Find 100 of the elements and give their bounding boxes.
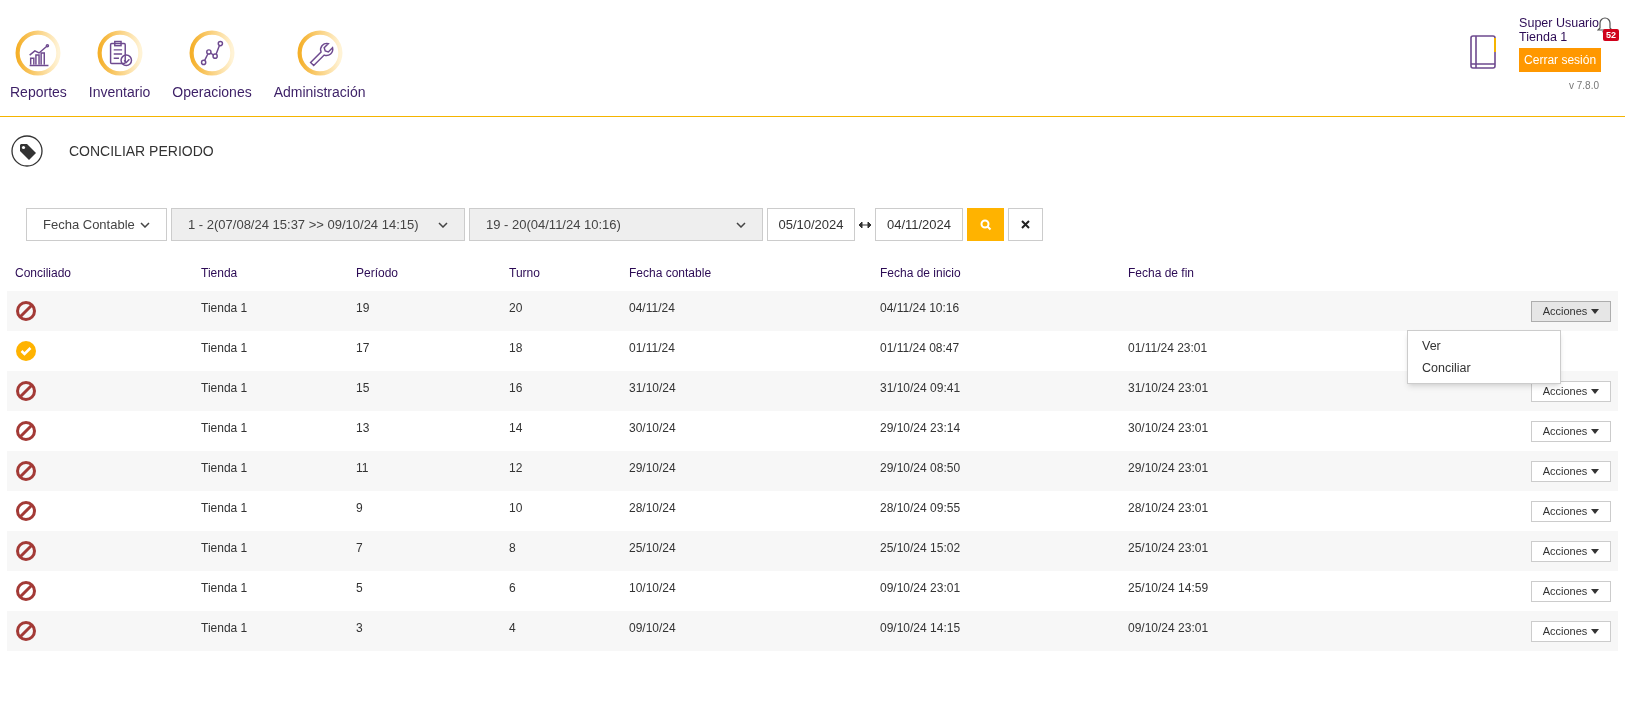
actions-button[interactable]: Acciones bbox=[1531, 540, 1611, 562]
table-cell: 28/10/24 09:55 bbox=[880, 501, 961, 515]
table-cell: Tienda 1 bbox=[201, 421, 248, 435]
bell-icon[interactable] bbox=[1597, 16, 1613, 33]
clipboard-icon[interactable] bbox=[96, 30, 143, 76]
table-cell: 5 bbox=[356, 581, 363, 595]
table-cell: 29/10/24 bbox=[629, 461, 676, 475]
table-cell: 28/10/24 23:01 bbox=[1128, 501, 1209, 515]
caret-icon bbox=[1591, 388, 1600, 394]
store-name: Tienda 1 bbox=[1519, 30, 1569, 44]
table-cell: 25/10/24 14:59 bbox=[1128, 581, 1209, 595]
table-cell: 01/11/24 bbox=[629, 341, 675, 355]
table-cell: 3 bbox=[356, 621, 363, 635]
nav-link[interactable]: Inventario bbox=[88, 82, 151, 103]
actions-button[interactable]: Acciones bbox=[1531, 420, 1611, 442]
column-header: Período bbox=[355, 265, 400, 282]
table-cell: 31/10/24 bbox=[629, 381, 676, 395]
table-cell: 19 bbox=[356, 301, 370, 315]
tag-icon bbox=[11, 135, 43, 167]
table-cell: 11 bbox=[356, 461, 369, 475]
table-cell: 25/10/24 23:01 bbox=[1128, 541, 1209, 555]
table-cell: 13 bbox=[356, 421, 370, 435]
menu-item[interactable]: Ver bbox=[1408, 335, 1560, 357]
menu-item[interactable]: Conciliar bbox=[1408, 357, 1560, 379]
select-field[interactable]: Fecha Contable bbox=[26, 208, 167, 241]
actions-button[interactable]: Acciones bbox=[1531, 380, 1611, 402]
chevron-icon bbox=[736, 221, 746, 228]
chevron-icon bbox=[438, 221, 448, 228]
table-cell: 09/10/24 23:01 bbox=[880, 581, 961, 595]
chart-icon[interactable] bbox=[15, 30, 62, 76]
search-icon bbox=[979, 218, 992, 231]
table-cell: 20 bbox=[509, 301, 523, 315]
table-cell: 10 bbox=[509, 501, 523, 515]
table-cell: Tienda 1 bbox=[201, 541, 248, 555]
date-field[interactable]: 04/11/2024 bbox=[875, 208, 963, 241]
line-graph-icon[interactable] bbox=[189, 30, 235, 76]
table-cell: 01/11/24 08:47 bbox=[880, 341, 960, 355]
table-cell: 15 bbox=[356, 381, 370, 395]
table-cell: 7 bbox=[356, 541, 363, 555]
table-cell: Tienda 1 bbox=[201, 581, 248, 595]
user-name: Super Usuario bbox=[1519, 16, 1599, 30]
table-cell: 09/10/24 23:01 bbox=[1128, 621, 1209, 635]
version-label: v 7.8.0 bbox=[1568, 79, 1599, 93]
table-cell: Tienda 1 bbox=[201, 501, 248, 515]
caret-icon bbox=[1591, 588, 1600, 594]
caret-icon bbox=[1591, 468, 1600, 474]
table-cell: 9 bbox=[356, 501, 363, 515]
table-cell: 10/10/24 bbox=[629, 581, 676, 595]
caret-icon bbox=[1591, 308, 1600, 314]
table-cell: 16 bbox=[509, 381, 523, 395]
table-cell: 29/10/24 23:01 bbox=[1128, 461, 1209, 475]
column-header: Fecha de inicio bbox=[879, 265, 962, 282]
column-header: Fecha contable bbox=[628, 265, 713, 282]
select-field[interactable]: 19 - 20(04/11/24 10:16) bbox=[469, 208, 763, 241]
table-cell: 30/10/24 bbox=[629, 421, 676, 435]
actions-button[interactable]: Acciones bbox=[1531, 580, 1611, 602]
nav-link[interactable]: Reportes bbox=[10, 82, 67, 103]
column-header: Turno bbox=[508, 265, 541, 282]
table-cell: Tienda 1 bbox=[201, 341, 248, 355]
table-cell: 09/10/24 bbox=[629, 621, 676, 635]
actions-button[interactable]: Acciones bbox=[1531, 300, 1611, 322]
table-cell: 01/11/24 23:01 bbox=[1128, 341, 1208, 355]
table-cell: Tienda 1 bbox=[201, 301, 248, 315]
actions-button[interactable]: Acciones bbox=[1531, 460, 1611, 482]
table-cell: 8 bbox=[509, 541, 516, 555]
caret-icon bbox=[1591, 508, 1600, 514]
column-header: Fecha de fin bbox=[1127, 265, 1196, 282]
chevron-icon bbox=[140, 221, 150, 228]
select-field[interactable]: 1 - 2(07/08/24 15:37 >> 09/10/24 14:15) bbox=[171, 208, 465, 241]
nav-link[interactable]: Administración bbox=[273, 82, 366, 103]
column-header: Tienda bbox=[200, 265, 239, 282]
table-cell: 09/10/24 14:15 bbox=[880, 621, 961, 635]
table-cell: Tienda 1 bbox=[201, 621, 248, 635]
table-cell: 29/10/24 08:50 bbox=[880, 461, 961, 475]
table-cell: 17 bbox=[356, 341, 370, 355]
caret-icon bbox=[1591, 428, 1600, 434]
wrench-icon[interactable] bbox=[296, 30, 343, 76]
table-cell: 18 bbox=[509, 341, 523, 355]
caret-icon bbox=[1591, 628, 1600, 634]
table-cell: 30/10/24 23:01 bbox=[1128, 421, 1209, 435]
table-cell: 04/11/24 10:16 bbox=[880, 301, 960, 315]
table-cell: 28/10/24 bbox=[629, 501, 676, 515]
column-header: Conciliado bbox=[14, 265, 73, 282]
nav-link[interactable]: Operaciones bbox=[172, 82, 252, 103]
actions-button[interactable]: Acciones bbox=[1531, 620, 1611, 642]
date-field[interactable]: 05/10/2024 bbox=[767, 208, 855, 241]
table-cell: Tienda 1 bbox=[201, 461, 248, 475]
page-title: CONCILIAR PERIODO bbox=[69, 141, 214, 161]
table-cell: 14 bbox=[509, 421, 523, 435]
clear-button[interactable] bbox=[1008, 208, 1043, 241]
notification-badge: 52 bbox=[1603, 29, 1619, 41]
table-cell: 29/10/24 23:14 bbox=[880, 421, 961, 435]
actions-button[interactable]: Acciones bbox=[1531, 500, 1611, 522]
table-cell: Tienda 1 bbox=[201, 381, 248, 395]
caret-icon bbox=[1591, 548, 1600, 554]
close-icon bbox=[1021, 220, 1030, 229]
table-cell: 25/10/24 15:02 bbox=[880, 541, 961, 555]
table-cell: 31/10/24 23:01 bbox=[1128, 381, 1209, 395]
table-cell: 12 bbox=[509, 461, 523, 475]
table-cell: 6 bbox=[509, 581, 516, 595]
